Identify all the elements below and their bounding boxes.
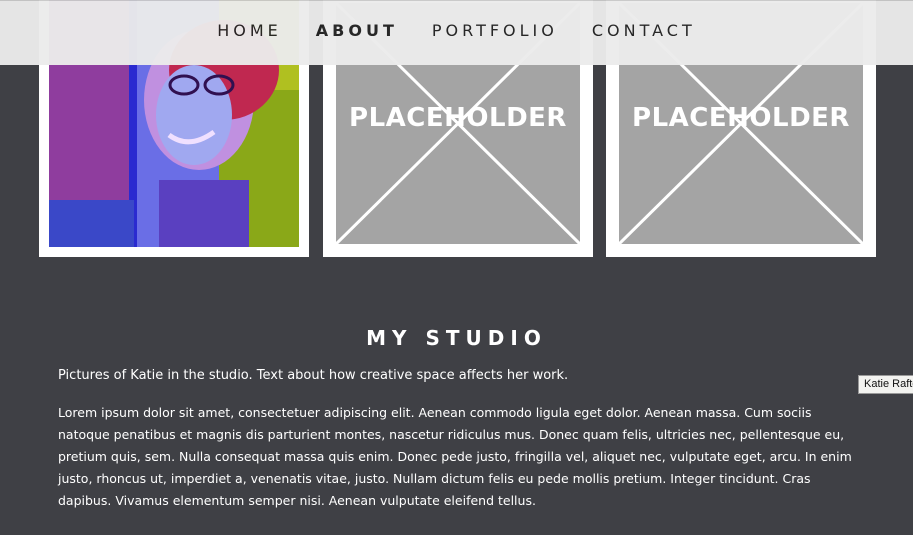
- studio-intro: Pictures of Katie in the studio. Text ab…: [58, 368, 569, 383]
- nav-item-home[interactable]: HOME: [217, 21, 282, 40]
- top-navbar: HOME ABOUT PORTFOLIO CONTACT: [0, 0, 913, 65]
- nav-item-contact[interactable]: CONTACT: [592, 21, 696, 40]
- nav-menu: HOME ABOUT PORTFOLIO CONTACT: [0, 21, 913, 40]
- section-title: MY STUDIO: [366, 326, 547, 350]
- nav-item-about[interactable]: ABOUT: [316, 21, 398, 40]
- placeholder-label-2: PLACEHOLDER: [632, 103, 850, 133]
- placeholder-label-1: PLACEHOLDER: [349, 103, 567, 133]
- nav-item-portfolio[interactable]: PORTFOLIO: [432, 21, 558, 40]
- tooltip: Katie Rafter: [858, 375, 913, 394]
- studio-body: Lorem ipsum dolor sit amet, consectetuer…: [58, 405, 852, 508]
